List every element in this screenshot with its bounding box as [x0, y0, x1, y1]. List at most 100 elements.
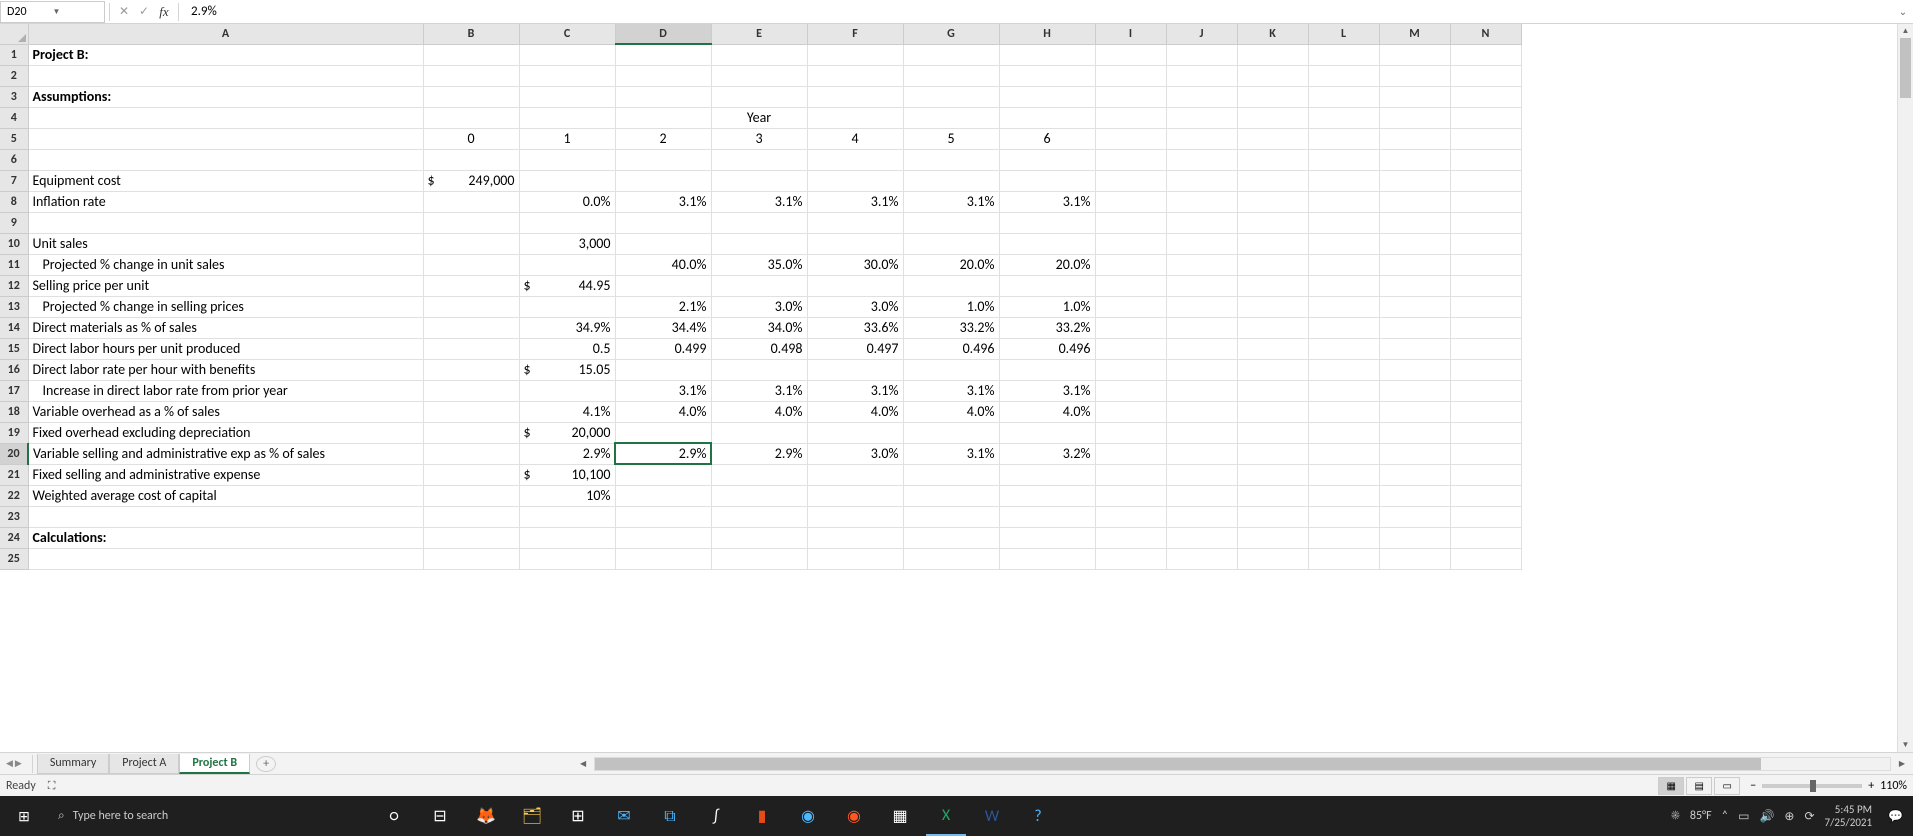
cell-M5[interactable]: [1379, 128, 1450, 149]
scroll-thumb[interactable]: [1900, 38, 1911, 98]
cell-L3[interactable]: [1308, 86, 1379, 107]
select-all-corner[interactable]: [0, 24, 28, 44]
cell-C1[interactable]: [519, 44, 615, 65]
cell-M4[interactable]: [1379, 107, 1450, 128]
cell-L20[interactable]: [1308, 443, 1379, 464]
cell-I6[interactable]: [1095, 149, 1166, 170]
scroll-down-icon[interactable]: ▼: [1898, 738, 1913, 752]
cell-L1[interactable]: [1308, 44, 1379, 65]
cell-J14[interactable]: [1166, 317, 1237, 338]
mail-icon[interactable]: ✉: [604, 796, 644, 836]
cell-M16[interactable]: [1379, 359, 1450, 380]
cell-E18[interactable]: 4.0%: [711, 401, 807, 422]
sheet-tab-project-b[interactable]: Project B: [179, 754, 250, 774]
cell-J6[interactable]: [1166, 149, 1237, 170]
cell-F7[interactable]: [807, 170, 903, 191]
column-header-G[interactable]: G: [903, 24, 999, 44]
cell-G6[interactable]: [903, 149, 999, 170]
cell-A10[interactable]: Unit sales: [28, 233, 423, 254]
cell-K23[interactable]: [1237, 506, 1308, 527]
row-header-22[interactable]: 22: [0, 485, 28, 506]
cell-E23[interactable]: [711, 506, 807, 527]
column-header-J[interactable]: J: [1166, 24, 1237, 44]
cell-E20[interactable]: 2.9%: [711, 443, 807, 464]
column-header-E[interactable]: E: [711, 24, 807, 44]
cell-A21[interactable]: Fixed selling and administrative expense: [28, 464, 423, 485]
cell-I8[interactable]: [1095, 191, 1166, 212]
cell-N8[interactable]: [1450, 191, 1521, 212]
cell-A15[interactable]: Direct labor hours per unit produced: [28, 338, 423, 359]
cell-B15[interactable]: [423, 338, 519, 359]
cell-I13[interactable]: [1095, 296, 1166, 317]
cell-M3[interactable]: [1379, 86, 1450, 107]
cell-C21[interactable]: 10,100: [519, 464, 615, 485]
cell-B7[interactable]: 249,000: [423, 170, 519, 191]
cell-I1[interactable]: [1095, 44, 1166, 65]
cell-D24[interactable]: [615, 527, 711, 548]
cell-L9[interactable]: [1308, 212, 1379, 233]
cell-B6[interactable]: [423, 149, 519, 170]
cell-I2[interactable]: [1095, 65, 1166, 86]
cell-C5[interactable]: 1: [519, 128, 615, 149]
cell-K15[interactable]: [1237, 338, 1308, 359]
column-header-K[interactable]: K: [1237, 24, 1308, 44]
cell-N11[interactable]: [1450, 254, 1521, 275]
cell-N20[interactable]: [1450, 443, 1521, 464]
cell-I9[interactable]: [1095, 212, 1166, 233]
zoom-level[interactable]: 110%: [1880, 779, 1907, 793]
cell-H13[interactable]: 1.0%: [999, 296, 1095, 317]
sheet-next-icon[interactable]: ▶: [15, 758, 22, 769]
cell-E5[interactable]: 3: [711, 128, 807, 149]
cell-J9[interactable]: [1166, 212, 1237, 233]
cell-A23[interactable]: [28, 506, 423, 527]
cell-K20[interactable]: [1237, 443, 1308, 464]
cell-H7[interactable]: [999, 170, 1095, 191]
cell-J7[interactable]: [1166, 170, 1237, 191]
cell-F23[interactable]: [807, 506, 903, 527]
cell-F8[interactable]: 3.1%: [807, 191, 903, 212]
cell-L5[interactable]: [1308, 128, 1379, 149]
cell-N6[interactable]: [1450, 149, 1521, 170]
cell-K10[interactable]: [1237, 233, 1308, 254]
row-header-25[interactable]: 25: [0, 548, 28, 569]
name-box-dropdown-icon[interactable]: ▼: [53, 7, 99, 17]
cell-D12[interactable]: [615, 275, 711, 296]
row-header-12[interactable]: 12: [0, 275, 28, 296]
network-icon[interactable]: ⊕: [1784, 809, 1794, 824]
dropbox-icon[interactable]: ⧉: [650, 796, 690, 836]
cell-C20[interactable]: 2.9%: [519, 443, 615, 464]
cell-A6[interactable]: [28, 149, 423, 170]
display-settings-icon[interactable]: ⛶: [48, 779, 56, 793]
cell-J1[interactable]: [1166, 44, 1237, 65]
cell-E21[interactable]: [711, 464, 807, 485]
row-header-7[interactable]: 7: [0, 170, 28, 191]
cell-L11[interactable]: [1308, 254, 1379, 275]
cell-A9[interactable]: [28, 212, 423, 233]
cell-K21[interactable]: [1237, 464, 1308, 485]
cell-B8[interactable]: [423, 191, 519, 212]
cell-I25[interactable]: [1095, 548, 1166, 569]
cell-A16[interactable]: Direct labor rate per hour with benefits: [28, 359, 423, 380]
cell-G23[interactable]: [903, 506, 999, 527]
cell-L21[interactable]: [1308, 464, 1379, 485]
row-header-1[interactable]: 1: [0, 44, 28, 65]
cell-A8[interactable]: Inflation rate: [28, 191, 423, 212]
cell-E6[interactable]: [711, 149, 807, 170]
vertical-scrollbar[interactable]: ▲ ▼: [1897, 24, 1913, 752]
office-icon[interactable]: ▮: [742, 796, 782, 836]
cell-K19[interactable]: [1237, 422, 1308, 443]
row-header-6[interactable]: 6: [0, 149, 28, 170]
cell-C23[interactable]: [519, 506, 615, 527]
excel-icon[interactable]: X: [926, 796, 966, 836]
cell-M10[interactable]: [1379, 233, 1450, 254]
cell-F20[interactable]: 3.0%: [807, 443, 903, 464]
cell-B18[interactable]: [423, 401, 519, 422]
cell-E19[interactable]: [711, 422, 807, 443]
cell-J25[interactable]: [1166, 548, 1237, 569]
cell-D11[interactable]: 40.0%: [615, 254, 711, 275]
cell-H23[interactable]: [999, 506, 1095, 527]
file-explorer-icon[interactable]: 🗂: [512, 796, 552, 836]
cell-N23[interactable]: [1450, 506, 1521, 527]
cell-I4[interactable]: [1095, 107, 1166, 128]
column-header-H[interactable]: H: [999, 24, 1095, 44]
